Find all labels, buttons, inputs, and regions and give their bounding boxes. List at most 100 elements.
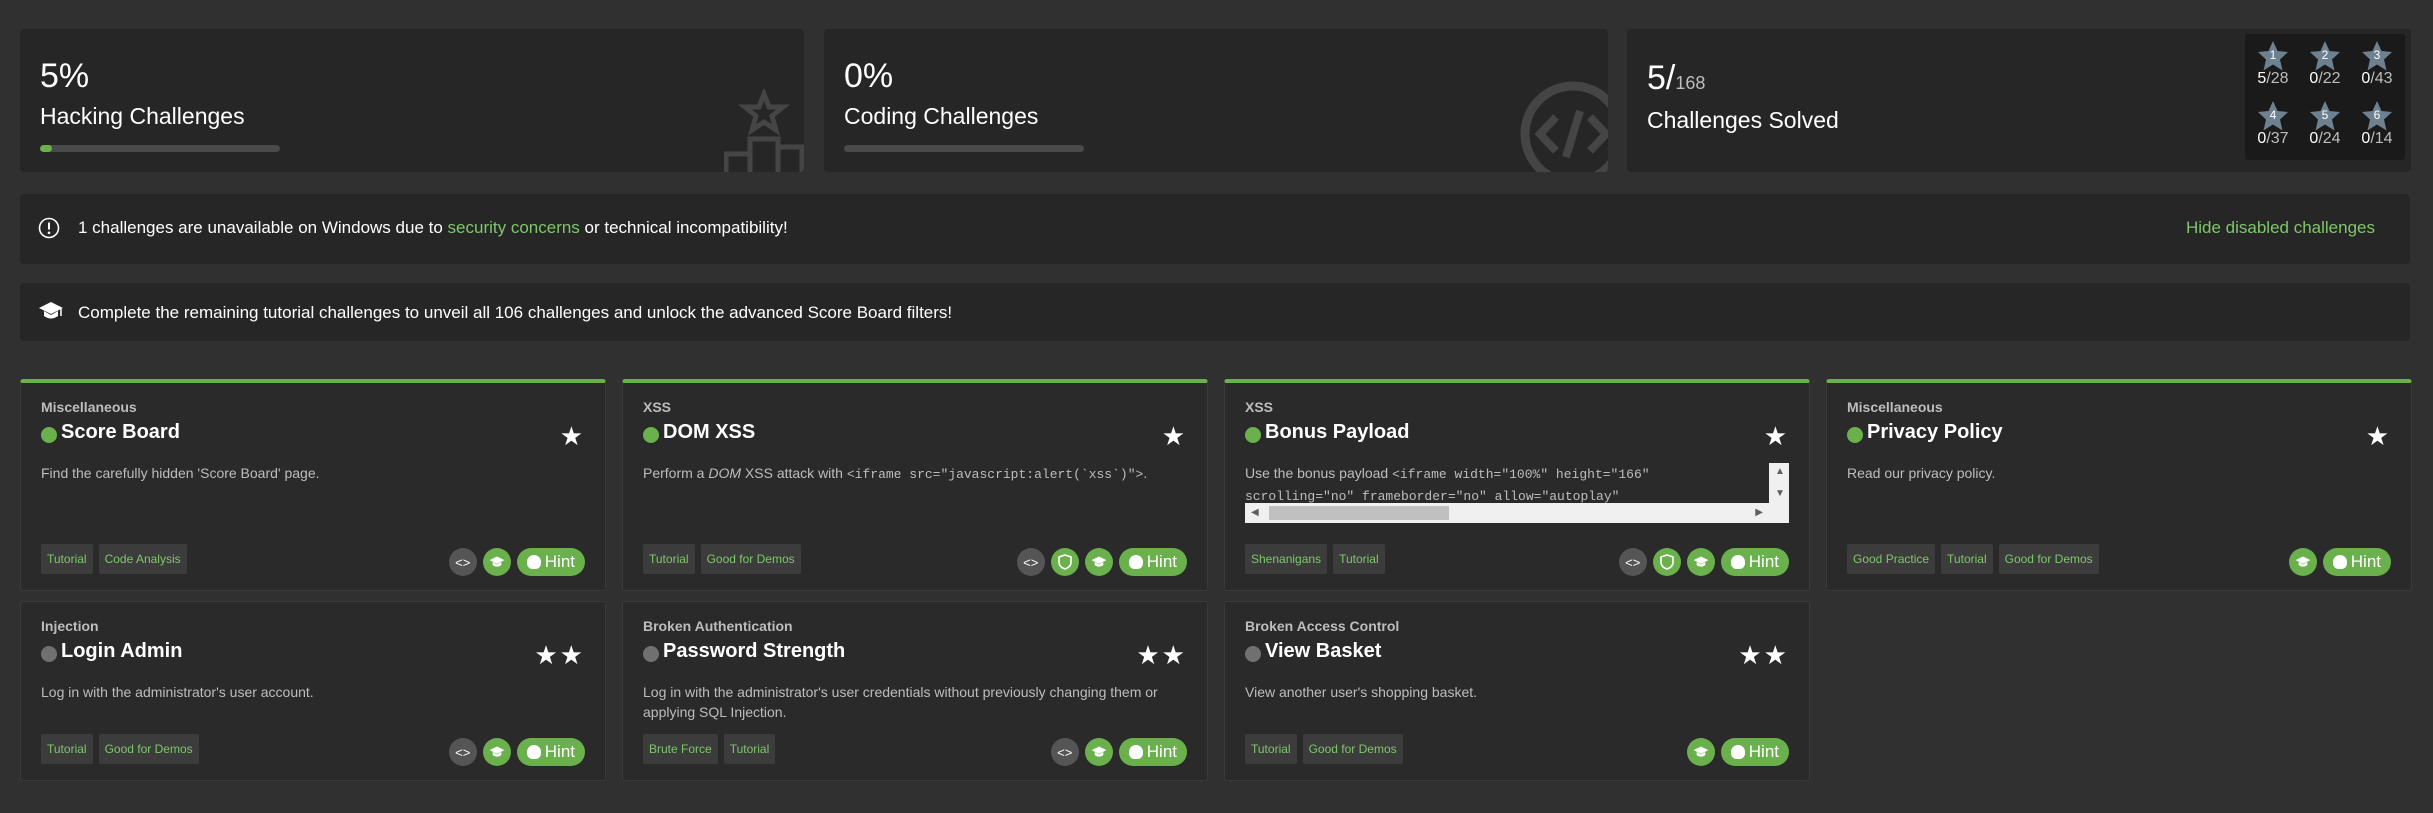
hacking-progress-fill — [40, 145, 52, 152]
solved-number: 5/ — [1647, 59, 1676, 97]
challenge-card-score-board[interactable]: Miscellaneous Score Board ★ Find the car… — [20, 379, 606, 591]
tag[interactable]: Good for Demos — [1998, 544, 2099, 574]
desc-code: <iframe width="100%" height="166" — [1392, 467, 1650, 482]
tutorial-cap-icon[interactable] — [1084, 548, 1113, 576]
card-actions: <> Hint — [1618, 548, 1789, 576]
unsolved-indicator — [1245, 646, 1261, 662]
hint-button[interactable]: Hint — [1118, 548, 1187, 576]
card-category: Broken Access Control — [1245, 618, 1400, 634]
lightbulb-icon — [526, 555, 541, 569]
desc-emphasis: DOM — [708, 465, 742, 481]
warning-circle-icon — [38, 217, 60, 244]
tag[interactable]: Tutorial — [1245, 734, 1297, 764]
card-tags: Tutorial Good for Demos — [643, 544, 801, 574]
difficulty-total: /14 — [2370, 130, 2393, 147]
coding-label: Coding Challenges — [844, 103, 1039, 129]
scroll-down-arrow-icon[interactable]: ▼ — [1775, 488, 1785, 499]
scroll-up-arrow-icon[interactable]: ▲ — [1775, 466, 1785, 477]
hint-button[interactable]: Hint — [516, 738, 585, 766]
code-snippet-icon[interactable]: <> — [1618, 548, 1647, 576]
tutorial-cap-icon[interactable] — [482, 738, 511, 766]
challenge-card-privacy-policy[interactable]: Miscellaneous Privacy Policy ★ Read our … — [1826, 379, 2412, 591]
tag[interactable]: Tutorial — [1333, 544, 1385, 574]
tag[interactable]: Tutorial — [723, 734, 776, 764]
hacking-percent: 5% — [40, 57, 90, 95]
challenge-card-login-admin[interactable]: Injection Login Admin ★★ Log in with the… — [20, 601, 606, 781]
card-category: Miscellaneous — [1847, 399, 1943, 415]
hint-button[interactable]: Hint — [516, 548, 585, 576]
hint-button[interactable]: Hint — [2322, 548, 2391, 576]
mitigation-shield-icon[interactable] — [1050, 548, 1079, 576]
challenges-solved-panel: 5/168 Challenges Solved 1 5/28 2 0/22 3 … — [1627, 29, 2411, 172]
hide-disabled-button[interactable]: Hide disabled challenges — [2186, 218, 2375, 238]
solved-count: 5/168 — [1647, 59, 1705, 98]
card-actions: Hint — [1686, 738, 1789, 766]
code-snippet-icon[interactable]: <> — [448, 548, 477, 576]
tag[interactable]: Brute Force — [643, 734, 718, 764]
tutorial-cap-icon[interactable] — [1686, 738, 1715, 766]
mitigation-shield-icon[interactable] — [1652, 548, 1681, 576]
tag[interactable]: Good for Demos — [700, 544, 801, 574]
tutorial-cap-icon[interactable] — [2288, 548, 2317, 576]
tag[interactable]: Tutorial — [41, 544, 93, 574]
challenge-card-password-strength[interactable]: Broken Authentication Password Strength … — [622, 601, 1208, 781]
tag[interactable]: Good Practice — [1847, 544, 1936, 574]
scroll-left-arrow-icon[interactable]: ◀ — [1251, 507, 1259, 518]
difficulty-solved: 0 — [2309, 130, 2319, 147]
difficulty-level: 1 — [2269, 48, 2277, 62]
card-description: Use the bonus payload <iframe width="100… — [1245, 463, 1769, 503]
tag[interactable]: Tutorial — [643, 544, 695, 574]
difficulty-6: 6 0/14 — [2353, 100, 2401, 148]
hacking-label: Hacking Challenges — [40, 103, 245, 129]
card-actions: <> Hint — [1050, 738, 1187, 766]
difficulty-stars: ★ — [1161, 421, 1187, 451]
challenge-card-view-basket[interactable]: Broken Access Control View Basket ★★ Vie… — [1224, 601, 1810, 781]
tag[interactable]: Shenanigans — [1245, 544, 1328, 574]
difficulty-stars: ★ — [559, 421, 585, 451]
challenge-card-dom-xss[interactable]: XSS DOM XSS ★ Perform a DOM XSS attack w… — [622, 379, 1208, 591]
card-title: Bonus Payload — [1265, 421, 1410, 443]
difficulty-stars: ★★ — [534, 640, 585, 670]
difficulty-total: /37 — [2266, 130, 2289, 147]
tutorial-cap-icon[interactable] — [482, 548, 511, 576]
security-concerns-link[interactable]: security concerns — [448, 218, 580, 237]
code-snippet-icon[interactable]: <> — [448, 738, 477, 766]
code-snippet-icon[interactable]: <> — [1016, 548, 1045, 576]
desc-code: <iframe src="javascript:alert(`xss`)"> — [846, 467, 1144, 482]
scroll-thumb[interactable] — [1269, 506, 1449, 520]
tag[interactable]: Good for Demos — [98, 734, 199, 764]
hint-button[interactable]: Hint — [1720, 738, 1789, 766]
horizontal-scrollbar[interactable]: ◀ ▶ — [1245, 503, 1789, 523]
solved-total: 168 — [1675, 73, 1706, 93]
hint-label: Hint — [544, 742, 575, 761]
windows-warning-text: 1 challenges are unavailable on Windows … — [78, 218, 788, 238]
solved-label: Challenges Solved — [1647, 107, 1839, 133]
card-category: XSS — [1245, 399, 1274, 415]
tag[interactable]: Code Analysis — [98, 544, 187, 574]
card-actions: <> Hint — [448, 738, 585, 766]
vertical-scrollbar[interactable]: ▲ ▼ — [1769, 463, 1789, 503]
difficulty-solved: 0 — [2361, 70, 2371, 87]
hint-label: Hint — [2350, 552, 2381, 571]
card-tags: Brute Force Tutorial — [643, 734, 776, 764]
card-description-scrollbox[interactable]: Use the bonus payload <iframe width="100… — [1245, 463, 1789, 529]
card-description: Perform a DOM XSS attack with <iframe sr… — [643, 463, 1187, 485]
challenge-card-bonus-payload[interactable]: XSS Bonus Payload ★ Use the bonus payloa… — [1224, 379, 1810, 591]
tag[interactable]: Tutorial — [1941, 544, 1993, 574]
tutorial-cap-icon[interactable] — [1686, 548, 1715, 576]
card-description: View another user's shopping basket. — [1245, 684, 1478, 700]
card-category: Broken Authentication — [643, 618, 793, 634]
hint-button[interactable]: Hint — [1118, 738, 1187, 766]
card-category: XSS — [643, 399, 672, 415]
scroll-right-arrow-icon[interactable]: ▶ — [1755, 507, 1763, 518]
difficulty-stars: ★★ — [1738, 640, 1789, 670]
tag[interactable]: Good for Demos — [1302, 734, 1403, 764]
difficulty-stars: ★ — [2365, 421, 2391, 451]
hint-label: Hint — [544, 552, 575, 571]
tutorial-cap-icon[interactable] — [1084, 738, 1113, 766]
difficulty-total: /43 — [2370, 70, 2393, 87]
tag[interactable]: Tutorial — [41, 734, 93, 764]
code-snippet-icon[interactable]: <> — [1050, 738, 1079, 766]
hint-button[interactable]: Hint — [1720, 548, 1789, 576]
solved-indicator — [1245, 427, 1261, 443]
